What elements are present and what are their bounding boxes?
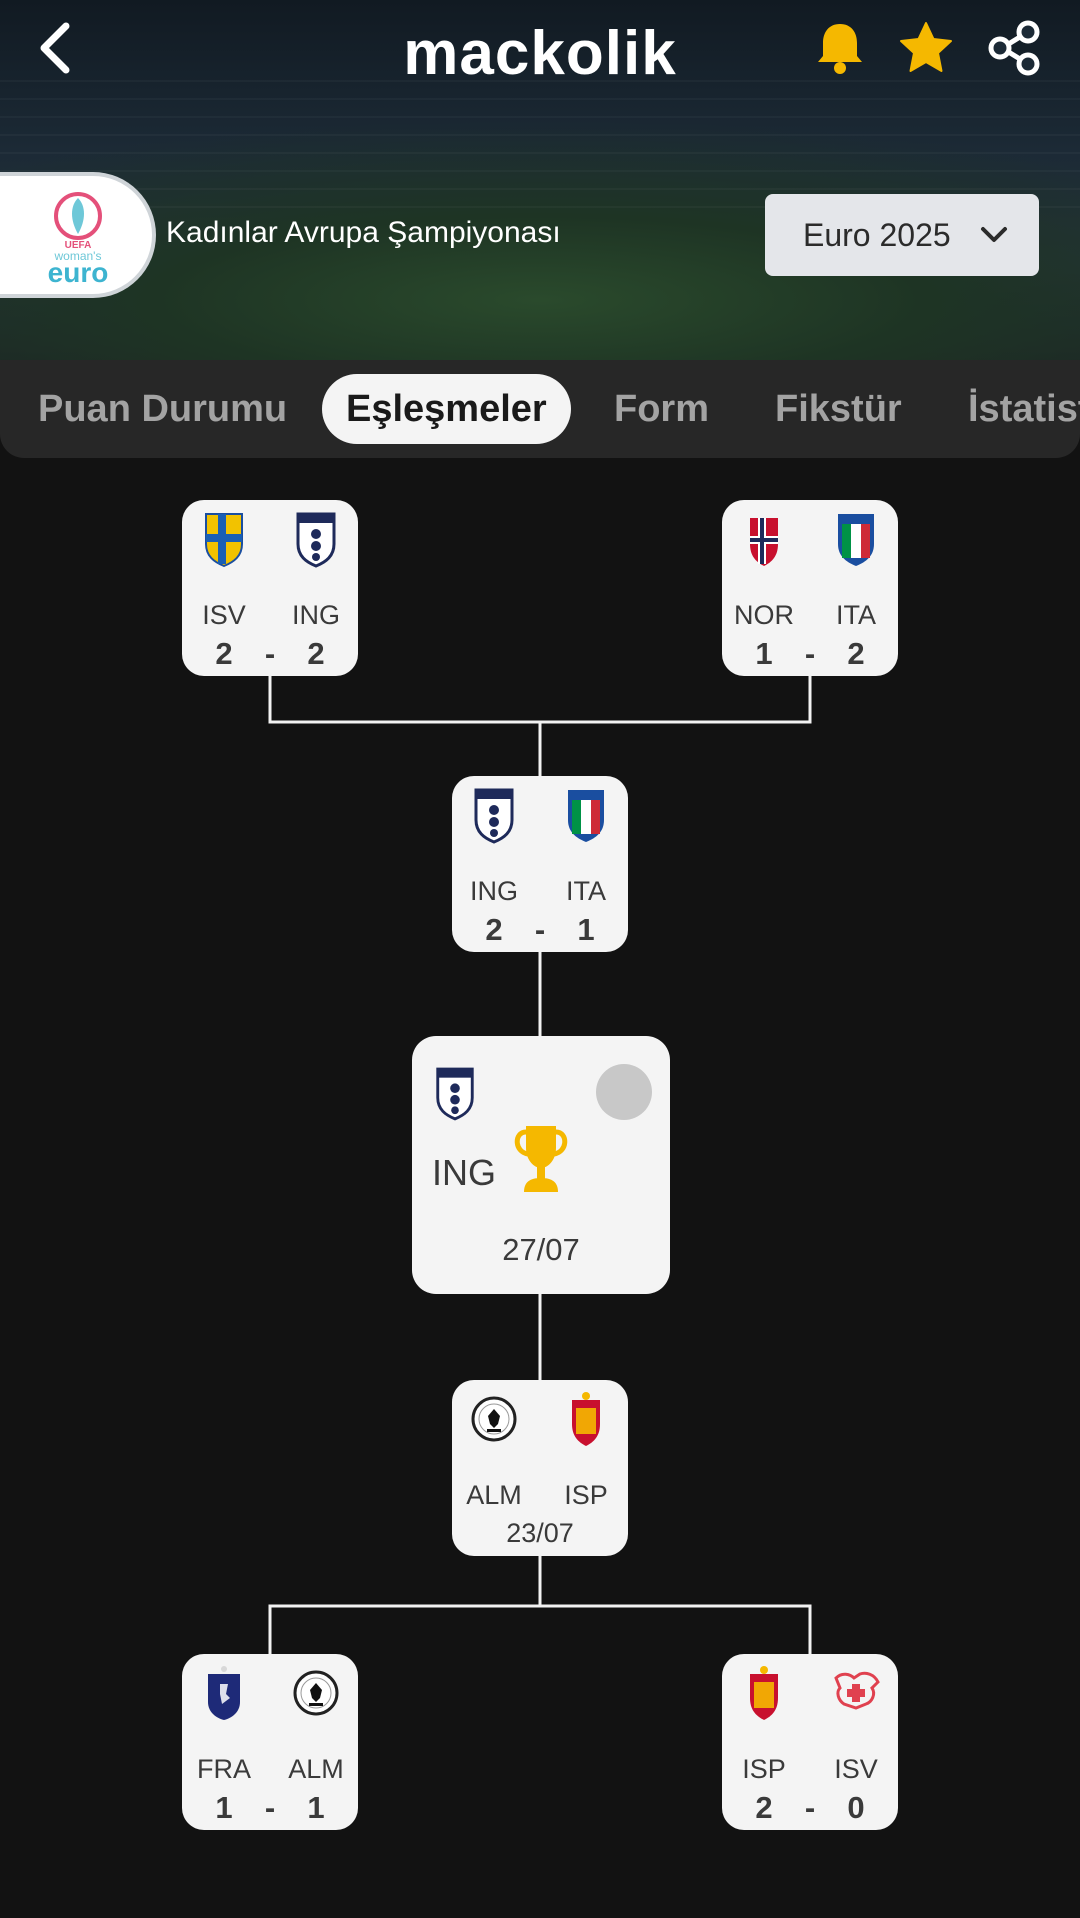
italy-crest-icon xyxy=(838,514,874,566)
spain-crest-icon xyxy=(750,1666,778,1720)
germany-crest-icon xyxy=(471,1396,517,1442)
match-card-isp-isv[interactable]: ISP ISV 2 - 0 xyxy=(722,1654,898,1830)
match-score: 1 - 1 xyxy=(182,1784,358,1828)
match-status-indicator xyxy=(596,1064,652,1120)
match-card-fra-alm[interactable]: FRA ALM 1 - 1 xyxy=(182,1654,358,1830)
away-team-code: ISP xyxy=(564,1480,608,1510)
score-separator: - xyxy=(264,1790,276,1825)
home-team-code: ISP xyxy=(742,1754,786,1784)
england-crest-icon xyxy=(474,788,514,844)
home-team-code: NOR xyxy=(734,600,794,630)
switzerland-crest-icon xyxy=(834,1671,880,1710)
away-team-code: ITA xyxy=(836,600,876,630)
home-team-code: ALM xyxy=(466,1480,522,1510)
away-score: 1 xyxy=(307,1790,325,1825)
away-team-code: ITA xyxy=(566,876,606,906)
winner-team-code: ING xyxy=(432,1152,497,1193)
score-separator: - xyxy=(264,636,276,671)
home-score: 1 xyxy=(755,636,773,671)
away-score: 1 xyxy=(577,912,595,947)
france-crest-icon xyxy=(208,1666,240,1720)
final-match-card[interactable]: ING 27/07 xyxy=(412,1036,670,1294)
score-separator: - xyxy=(804,636,816,671)
home-score: 2 xyxy=(755,1790,773,1825)
away-score: 0 xyxy=(847,1790,865,1825)
away-team-code: ALM xyxy=(288,1754,344,1784)
score-separator: - xyxy=(804,1790,816,1825)
match-date: 23/07 xyxy=(506,1518,574,1548)
home-score: 2 xyxy=(485,912,503,947)
match-card-alm-isp[interactable]: ALM ISP 23/07 xyxy=(452,1380,628,1556)
england-crest-icon xyxy=(296,512,336,568)
match-card-ing-ita[interactable]: ING ITA 2 - 1 xyxy=(452,776,628,952)
match-score: 2 - 0 xyxy=(722,1784,898,1828)
away-team-code: ING xyxy=(291,600,340,630)
match-date: 27/07 xyxy=(502,1232,580,1267)
home-team-code: ING xyxy=(469,876,518,906)
bracket-lines xyxy=(268,676,812,1654)
match-score: 2 - 2 xyxy=(182,630,358,674)
score-separator: - xyxy=(534,912,546,947)
match-score: 2 - 1 xyxy=(452,906,628,950)
spain-crest-icon xyxy=(572,1392,600,1446)
norway-crest-icon xyxy=(750,518,778,566)
england-crest-icon xyxy=(436,1067,474,1121)
away-score: 2 xyxy=(307,636,325,671)
away-team-code: ISV xyxy=(834,1754,878,1784)
home-team-code: ISV xyxy=(202,600,246,630)
trophy-icon xyxy=(514,1126,568,1192)
away-score: 2 xyxy=(847,636,865,671)
match-score: 1 - 2 xyxy=(722,630,898,674)
sweden-crest-icon xyxy=(205,513,243,568)
match-card-nor-ita[interactable]: NOR ITA 1 - 2 xyxy=(722,500,898,676)
germany-crest-icon xyxy=(293,1670,339,1716)
home-score: 1 xyxy=(215,1790,233,1825)
home-team-code: FRA xyxy=(197,1754,251,1784)
match-card-isv-ing[interactable]: ISV ING 2 - 2 xyxy=(182,500,358,676)
home-score: 2 xyxy=(215,636,233,671)
italy-crest-icon xyxy=(568,790,604,842)
